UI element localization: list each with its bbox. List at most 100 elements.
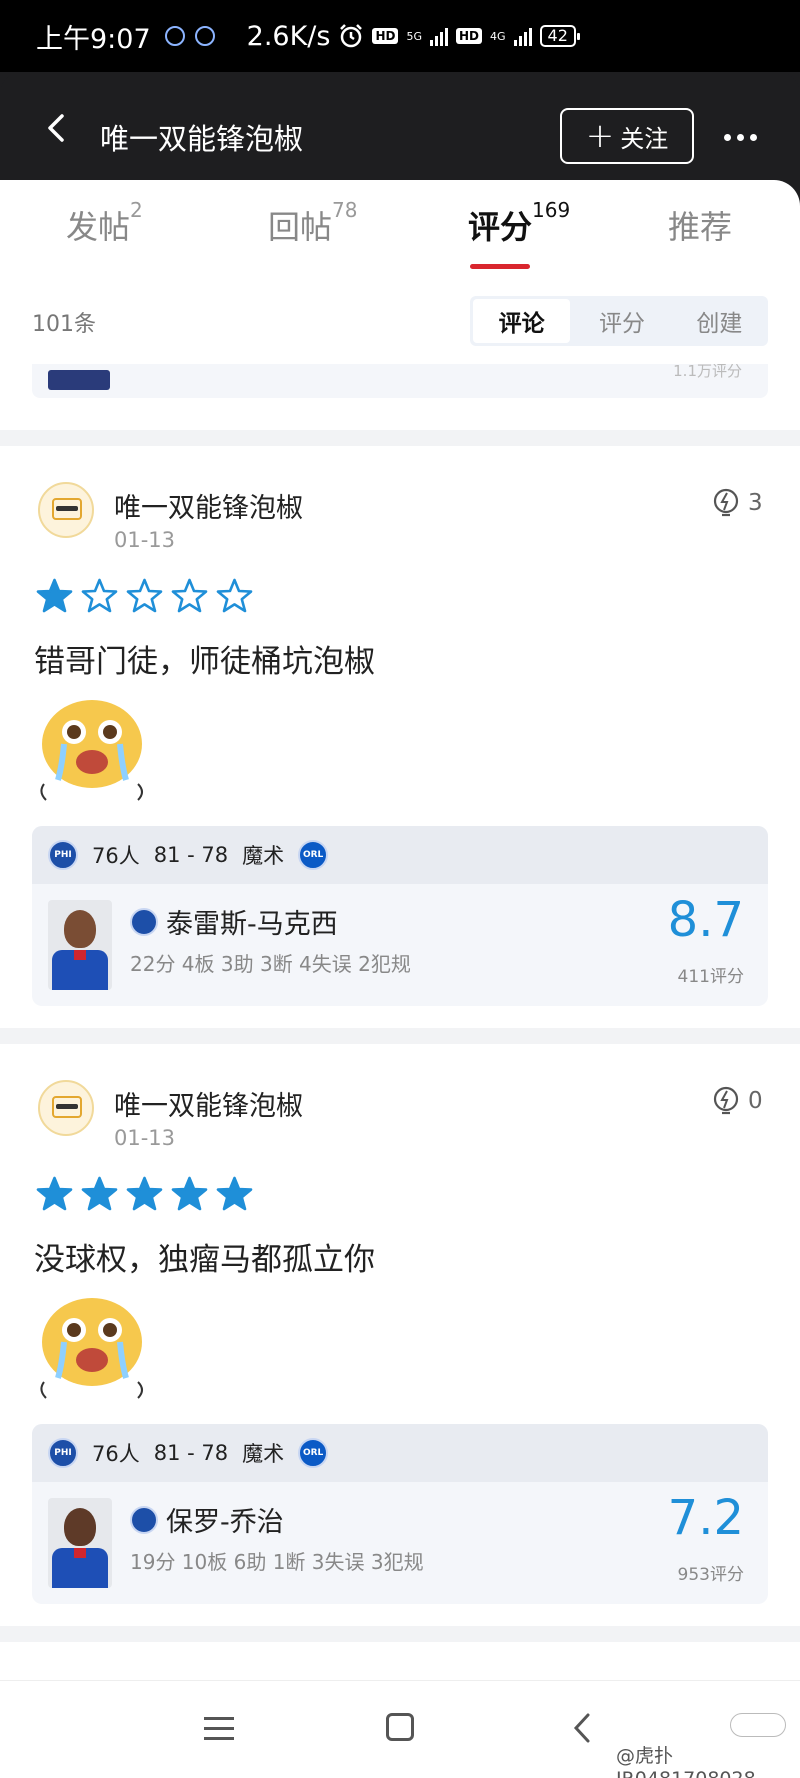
follow-button[interactable]: + 关注 xyxy=(560,108,694,164)
light-button[interactable]: 0 xyxy=(712,1086,763,1116)
system-icons: HD 5G HD 4G 42 xyxy=(338,23,581,49)
tab-replies[interactable]: 回帖78 xyxy=(268,198,357,248)
player-name: 保罗-乔治 xyxy=(166,1507,284,1538)
game-header: PHI 76人 81 - 78 魔术 ORL xyxy=(32,1424,768,1482)
sim1-label: 5G xyxy=(406,29,422,43)
segment-ratings[interactable]: 评分 xyxy=(573,296,670,346)
star-filled-icon xyxy=(171,1176,208,1211)
battery-icon: 42 xyxy=(539,25,581,47)
page-header: 唯一双能锋泡椒 + 关注 xyxy=(0,72,800,182)
player-score: 7.2 xyxy=(667,1490,744,1546)
game-score: 81 - 78 xyxy=(153,843,229,867)
player-line: 泰雷斯-马克西 xyxy=(130,902,338,941)
recent-apps-icon[interactable] xyxy=(204,1717,234,1747)
tab-posts-count: 2 xyxy=(130,198,143,222)
light-button[interactable]: 3 xyxy=(712,488,763,518)
alarm-icon xyxy=(340,24,363,48)
previous-game-card[interactable]: 1.1万评分 xyxy=(32,364,768,398)
divider xyxy=(0,1626,800,1642)
tab-recommend-label: 推荐 xyxy=(668,208,733,246)
chat-bubble-icon xyxy=(164,26,185,46)
hd-icon: HD xyxy=(372,28,399,44)
star-empty-icon xyxy=(126,578,163,613)
avatar[interactable] xyxy=(38,1080,94,1136)
star-rating xyxy=(36,578,253,615)
active-tab-indicator xyxy=(470,264,530,269)
home-icon[interactable] xyxy=(386,1713,414,1741)
game-header: PHI 76人 81 - 78 魔术 ORL xyxy=(32,826,768,884)
game-rating-card[interactable]: PHI 76人 81 - 78 魔术 ORL 保罗-乔治 19分 10板 6助 … xyxy=(32,1424,768,1604)
sim2-label: 4G xyxy=(490,29,506,43)
sixers-logo-icon: PHI xyxy=(48,840,78,870)
hupu-logo-icon xyxy=(730,1713,786,1737)
rating-post[interactable]: 唯一双能锋泡椒 01-13 0 没球权，独瘤马都孤立你 PHI 76人 81 -… xyxy=(0,1044,800,1604)
back-icon[interactable] xyxy=(572,1711,592,1745)
status-time: 上午9:07 xyxy=(36,23,151,55)
tab-ratings[interactable]: 评分169 xyxy=(468,198,570,248)
lightbulb-icon xyxy=(713,1086,739,1115)
game-rating-card[interactable]: PHI 76人 81 - 78 魔术 ORL 泰雷斯-马克西 22分 4板 3助… xyxy=(32,826,768,1006)
username[interactable]: 唯一双能锋泡椒 xyxy=(114,486,303,525)
star-filled-icon xyxy=(126,1176,163,1211)
username[interactable]: 唯一双能锋泡椒 xyxy=(114,1084,303,1123)
tab-posts-label: 发帖 xyxy=(66,208,131,246)
content-sheet: 发帖2 回帖78 评分169 推荐 101条 评论 评分 创建 1.1万评分 唯… xyxy=(0,180,800,1680)
home-team: 76人 xyxy=(92,1442,140,1466)
player-photo xyxy=(48,1498,112,1588)
page-title: 唯一双能锋泡椒 xyxy=(100,122,304,156)
segment-created[interactable]: 创建 xyxy=(671,296,768,346)
result-count: 101条 xyxy=(32,312,96,337)
network-speed: 2.6K/s xyxy=(246,20,331,52)
sixers-logo-icon: PHI xyxy=(48,1438,78,1468)
tab-ratings-count: 169 xyxy=(532,198,571,222)
segment-control: 评论 评分 创建 xyxy=(470,296,768,346)
rating-count: 953评分 xyxy=(677,1565,744,1585)
player-photo xyxy=(48,900,112,990)
comment-text: 没球权，独瘤马都孤立你 xyxy=(34,1242,375,1278)
watermark: @虎扑JR0481708028 xyxy=(616,1745,756,1778)
magic-logo-icon: ORL xyxy=(298,840,329,870)
tab-replies-count: 78 xyxy=(332,198,358,222)
tab-posts[interactable]: 发帖2 xyxy=(66,198,143,248)
hd-icon: HD xyxy=(456,28,483,44)
player-stats: 22分 4板 3助 3断 4失误 2犯规 xyxy=(130,952,411,976)
star-empty-icon xyxy=(81,578,118,613)
star-empty-icon xyxy=(216,578,253,613)
magic-logo-icon: ORL xyxy=(298,1438,329,1468)
star-filled-icon xyxy=(81,1176,118,1211)
tab-bar: 发帖2 回帖78 评分169 推荐 xyxy=(0,180,800,276)
star-filled-icon xyxy=(216,1176,253,1211)
status-bar: 上午9:07 2.6K/s HD 5G HD 4G 42 xyxy=(0,0,800,72)
crying-emoji-icon xyxy=(34,688,154,808)
team-badge-icon xyxy=(130,1505,158,1534)
back-arrow-icon[interactable] xyxy=(42,108,72,148)
tab-ratings-label: 评分 xyxy=(468,208,533,246)
star-empty-icon xyxy=(171,578,208,613)
segment-comments[interactable]: 评论 xyxy=(473,299,571,343)
comment-text: 错哥门徒，师徒桶坑泡椒 xyxy=(34,644,375,680)
notification-icons xyxy=(164,26,215,46)
rating-count: 411评分 xyxy=(677,967,744,987)
post-date: 01-13 xyxy=(114,528,176,552)
lightbulb-icon xyxy=(713,488,739,517)
signal-icon xyxy=(513,26,532,46)
away-team: 魔术 xyxy=(242,844,285,868)
divider xyxy=(0,1028,800,1044)
plus-icon: + xyxy=(585,116,615,156)
light-count: 0 xyxy=(748,1088,763,1114)
star-rating xyxy=(36,1176,253,1213)
more-options-icon[interactable] xyxy=(724,134,757,141)
previous-rating-count: 1.1万评分 xyxy=(673,364,742,380)
star-filled-icon xyxy=(36,578,73,613)
home-team: 76人 xyxy=(92,844,140,868)
crying-emoji-icon xyxy=(34,1286,154,1406)
team-logo-icon xyxy=(48,370,110,390)
away-team: 魔术 xyxy=(242,1442,285,1466)
rating-post[interactable]: 唯一双能锋泡椒 01-13 3 错哥门徒，师徒桶坑泡椒 PHI 76人 81 -… xyxy=(0,446,800,1006)
player-line: 保罗-乔治 xyxy=(130,1500,284,1539)
avatar[interactable] xyxy=(38,482,94,538)
player-name: 泰雷斯-马克西 xyxy=(166,909,338,940)
tab-recommend[interactable]: 推荐 xyxy=(668,202,732,248)
tab-replies-label: 回帖 xyxy=(268,208,333,246)
light-count: 3 xyxy=(748,490,763,516)
